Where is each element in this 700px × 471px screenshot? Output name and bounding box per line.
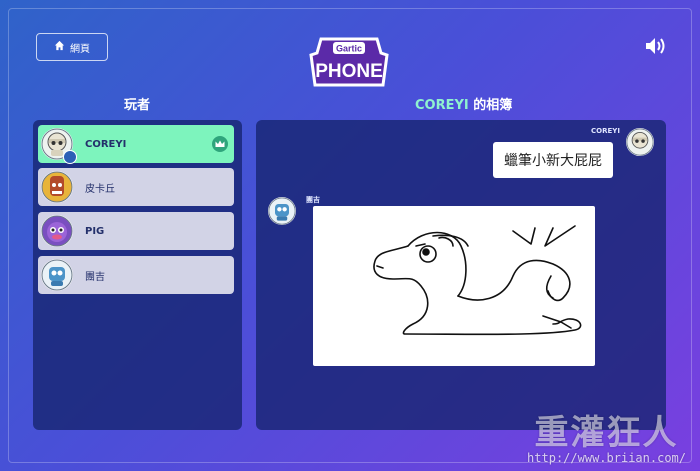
home-icon [54, 40, 65, 54]
message-author: COREYI [591, 127, 620, 135]
player-name: 皮卡丘 [85, 183, 115, 195]
watermark-title: 重灌狂人 [534, 413, 679, 453]
guess-bubble: 蠟筆小新大屁屁 [493, 142, 613, 178]
avatar [41, 171, 73, 203]
player-item-pig[interactable]: PIG [38, 212, 234, 250]
message-author: 團吉 [306, 196, 320, 204]
host-badge-icon [63, 150, 77, 164]
avatar [268, 197, 296, 225]
players-title: 玩者 [124, 98, 151, 113]
players-panel: COREYI 皮卡丘 PIG 團吉 [33, 120, 242, 430]
drawing-canvas [313, 206, 595, 366]
player-item-pikachu[interactable]: 皮卡丘 [38, 168, 234, 206]
avatar [41, 259, 73, 291]
sound-icon[interactable] [644, 36, 668, 56]
player-name: 團吉 [85, 271, 105, 283]
player-name: PIG [85, 225, 105, 237]
home-label: 網頁 [70, 43, 90, 55]
avatar [626, 128, 654, 156]
player-item-coreyi[interactable]: COREYI [38, 125, 234, 164]
home-button[interactable]: 網頁 [36, 33, 108, 61]
crown-icon [212, 136, 228, 152]
album-title: COREYI 的相簿 [415, 94, 512, 113]
player-item-tuanji[interactable]: 團吉 [38, 256, 234, 294]
gartic-phone-logo: Gartic PHONE [303, 33, 395, 89]
player-name: COREYI [85, 138, 127, 150]
watermark: 重灌狂人 http://www.briian.com/ [527, 415, 686, 465]
album-title-suffix: 的相簿 [468, 98, 513, 113]
svg-text:Gartic: Gartic [336, 44, 362, 54]
avatar [41, 128, 77, 164]
avatar [41, 215, 73, 247]
svg-text:PHONE: PHONE [315, 61, 383, 82]
watermark-url: http://www.briian.com/ [527, 451, 686, 465]
album-owner-name: COREYI [415, 98, 469, 113]
